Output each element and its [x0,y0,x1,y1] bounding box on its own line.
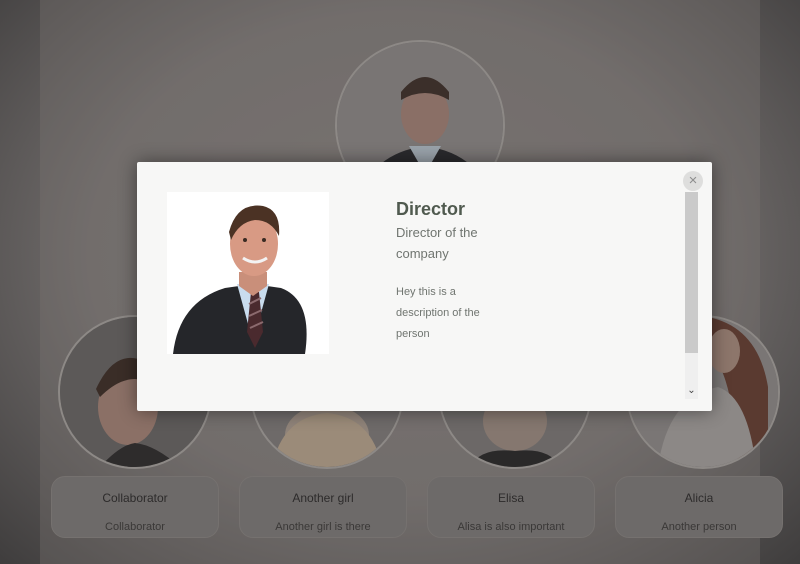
team-member-name: Elisa [497,491,524,505]
team-member-description: Another person [661,521,737,533]
scrollbar-thumb[interactable] [685,192,698,353]
close-icon[interactable]: × [683,171,703,191]
director-modal-photo [167,192,329,354]
team-card-another-girl[interactable]: Another girl Another girl is there [239,476,407,538]
modal-scrollbar[interactable]: ⌄ [685,192,698,399]
team-member-name: Alicia [684,491,714,505]
team-card-collaborator[interactable]: Collaborator Collaborator [51,476,219,538]
team-member-name: Another girl [292,491,354,505]
director-modal: Director Director of the company Hey thi… [137,162,712,411]
modal-title: Director [396,199,466,219]
team-member-description: Collaborator [105,521,165,533]
modal-subtitle: Director of the company [396,225,478,261]
team-member-name: Collaborator [102,491,168,505]
team-member-description: Alisa is also important [457,521,565,533]
team-member-description: Another girl is there [275,521,371,533]
team-card-elisa[interactable]: Elisa Alisa is also important [427,476,595,538]
scroll-down-icon[interactable]: ⌄ [685,385,698,397]
team-card-alicia[interactable]: Alicia Another person [615,476,783,538]
modal-description: Hey this is a description of the person [396,286,480,340]
